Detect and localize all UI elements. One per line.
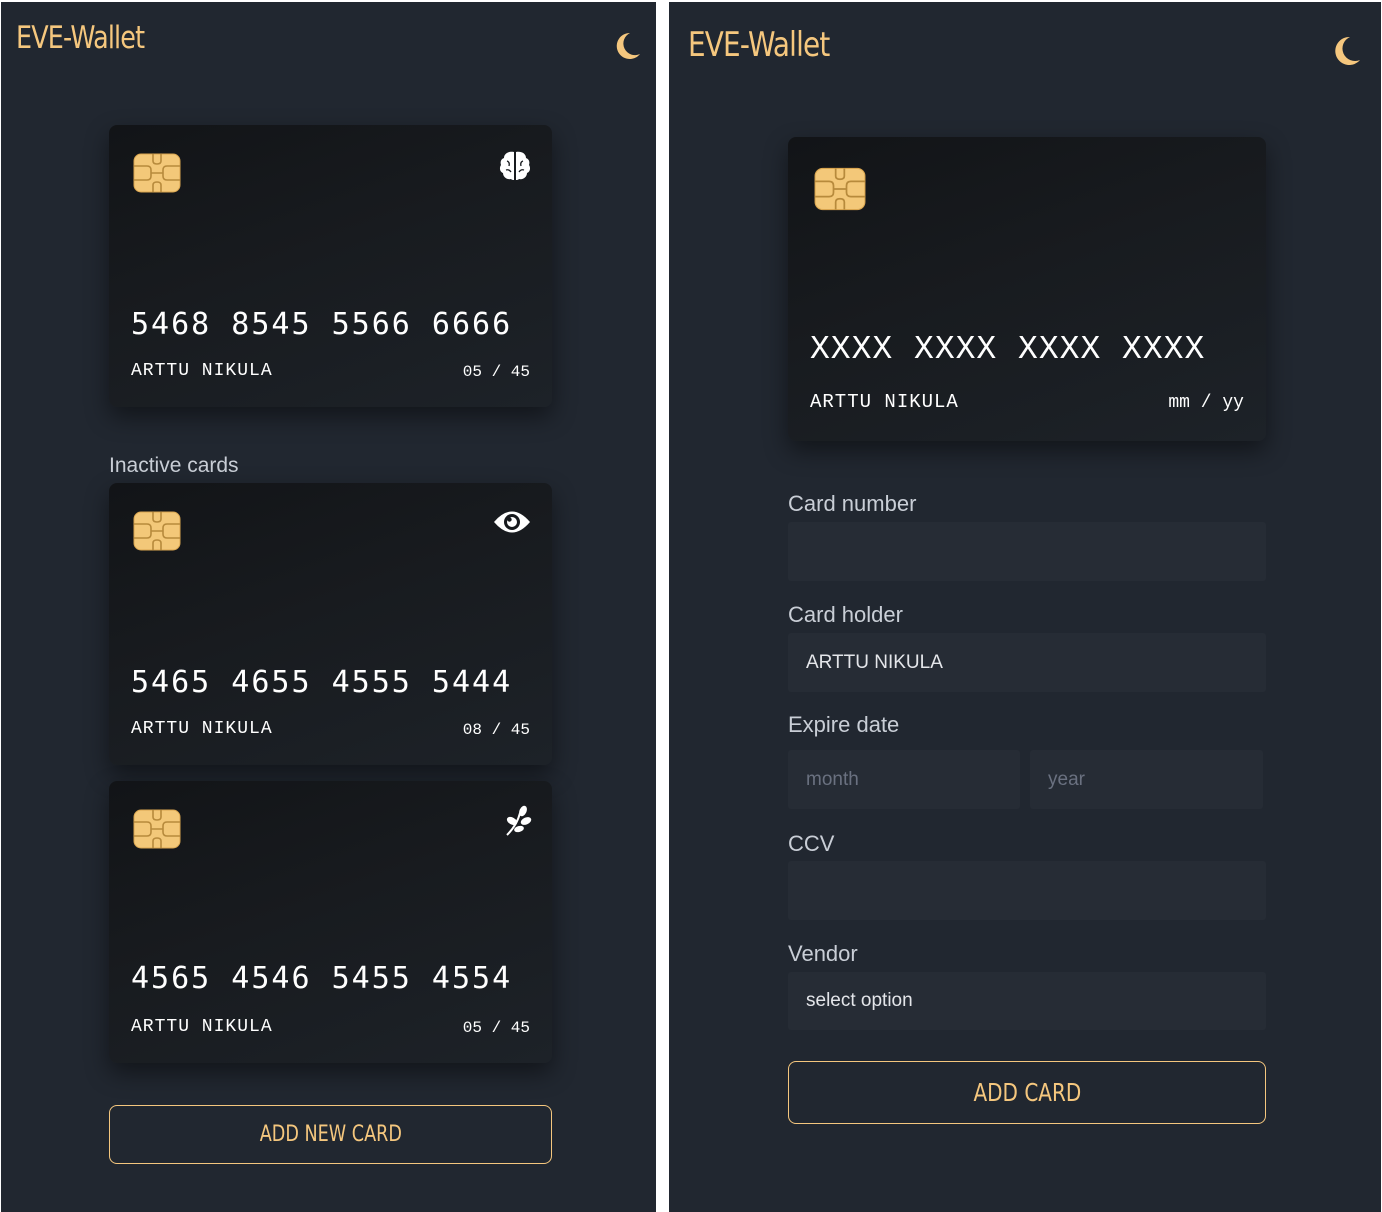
year-input[interactable]	[1030, 750, 1263, 809]
ccv-label: CCV	[788, 831, 835, 856]
card-preview: XXXX XXXX XXXX XXXX ARTTU NIKULA mm / yy	[788, 137, 1266, 441]
month-input[interactable]	[788, 750, 1020, 809]
inactive-cards-heading: Inactive cards	[109, 454, 239, 477]
active-card[interactable]: 5468 8545 5566 6666 ARTTU NIKULA 05 / 45	[109, 125, 552, 407]
wallet-view: EVE-Wallet 5468 8545 5566 6666 ARTTU NIK…	[1, 2, 656, 1212]
add-card-label: ADD CARD	[973, 1078, 1081, 1107]
vendor-label: Vendor	[788, 941, 858, 966]
app-title: EVE-Wallet	[16, 20, 145, 56]
leaf-icon	[506, 805, 532, 836]
chip-icon	[133, 511, 181, 551]
card-expiry: 05 / 45	[462, 1019, 530, 1037]
add-new-card-label: ADD NEW CARD	[259, 1122, 402, 1147]
card-expiry: 05 / 45	[462, 363, 530, 381]
app-title: EVE-Wallet	[688, 25, 830, 65]
card-expiry: 08 / 45	[462, 721, 530, 739]
card-holder-label: Card holder	[788, 602, 903, 627]
card-number: 5468 8545 5566 6666	[131, 307, 513, 342]
card-number: 5465 4655 4555 5444	[131, 665, 513, 700]
card-number-input[interactable]	[788, 522, 1266, 581]
preview-card-holder: ARTTU NIKULA	[810, 391, 959, 413]
inactive-card[interactable]: 5465 4655 4555 5444 ARTTU NIKULA 08 / 45	[109, 483, 552, 765]
card-holder: ARTTU NIKULA	[131, 361, 273, 381]
vendor-selected-value: select option	[806, 990, 913, 1011]
preview-card-expiry: mm / yy	[1168, 393, 1244, 413]
expire-date-label: Expire date	[788, 712, 900, 737]
ccv-input[interactable]	[788, 861, 1266, 920]
card-holder: ARTTU NIKULA	[131, 719, 273, 739]
card-holder: ARTTU NIKULA	[131, 1017, 273, 1037]
add-new-card-button[interactable]: ADD NEW CARD	[109, 1105, 552, 1164]
inactive-card[interactable]: 4565 4546 5455 4554 ARTTU NIKULA 05 / 45	[109, 781, 552, 1063]
vendor-select[interactable]: select option	[788, 972, 1266, 1030]
add-card-view: EVE-Wallet XXXX XXXX XXXX XXXX ARTTU NIK…	[669, 2, 1381, 1212]
chip-icon	[133, 153, 181, 193]
preview-card-number: XXXX XXXX XXXX XXXX	[810, 331, 1206, 368]
moon-icon[interactable]	[613, 30, 643, 62]
brain-icon	[499, 151, 531, 180]
chip-icon	[133, 809, 181, 849]
card-holder-input[interactable]	[788, 633, 1266, 692]
eye-icon	[494, 511, 530, 533]
moon-icon[interactable]	[1333, 34, 1363, 68]
add-card-button[interactable]: ADD CARD	[788, 1061, 1266, 1124]
chip-icon	[814, 167, 866, 211]
card-number: 4565 4546 5455 4554	[131, 961, 513, 996]
card-number-label: Card number	[788, 491, 917, 516]
